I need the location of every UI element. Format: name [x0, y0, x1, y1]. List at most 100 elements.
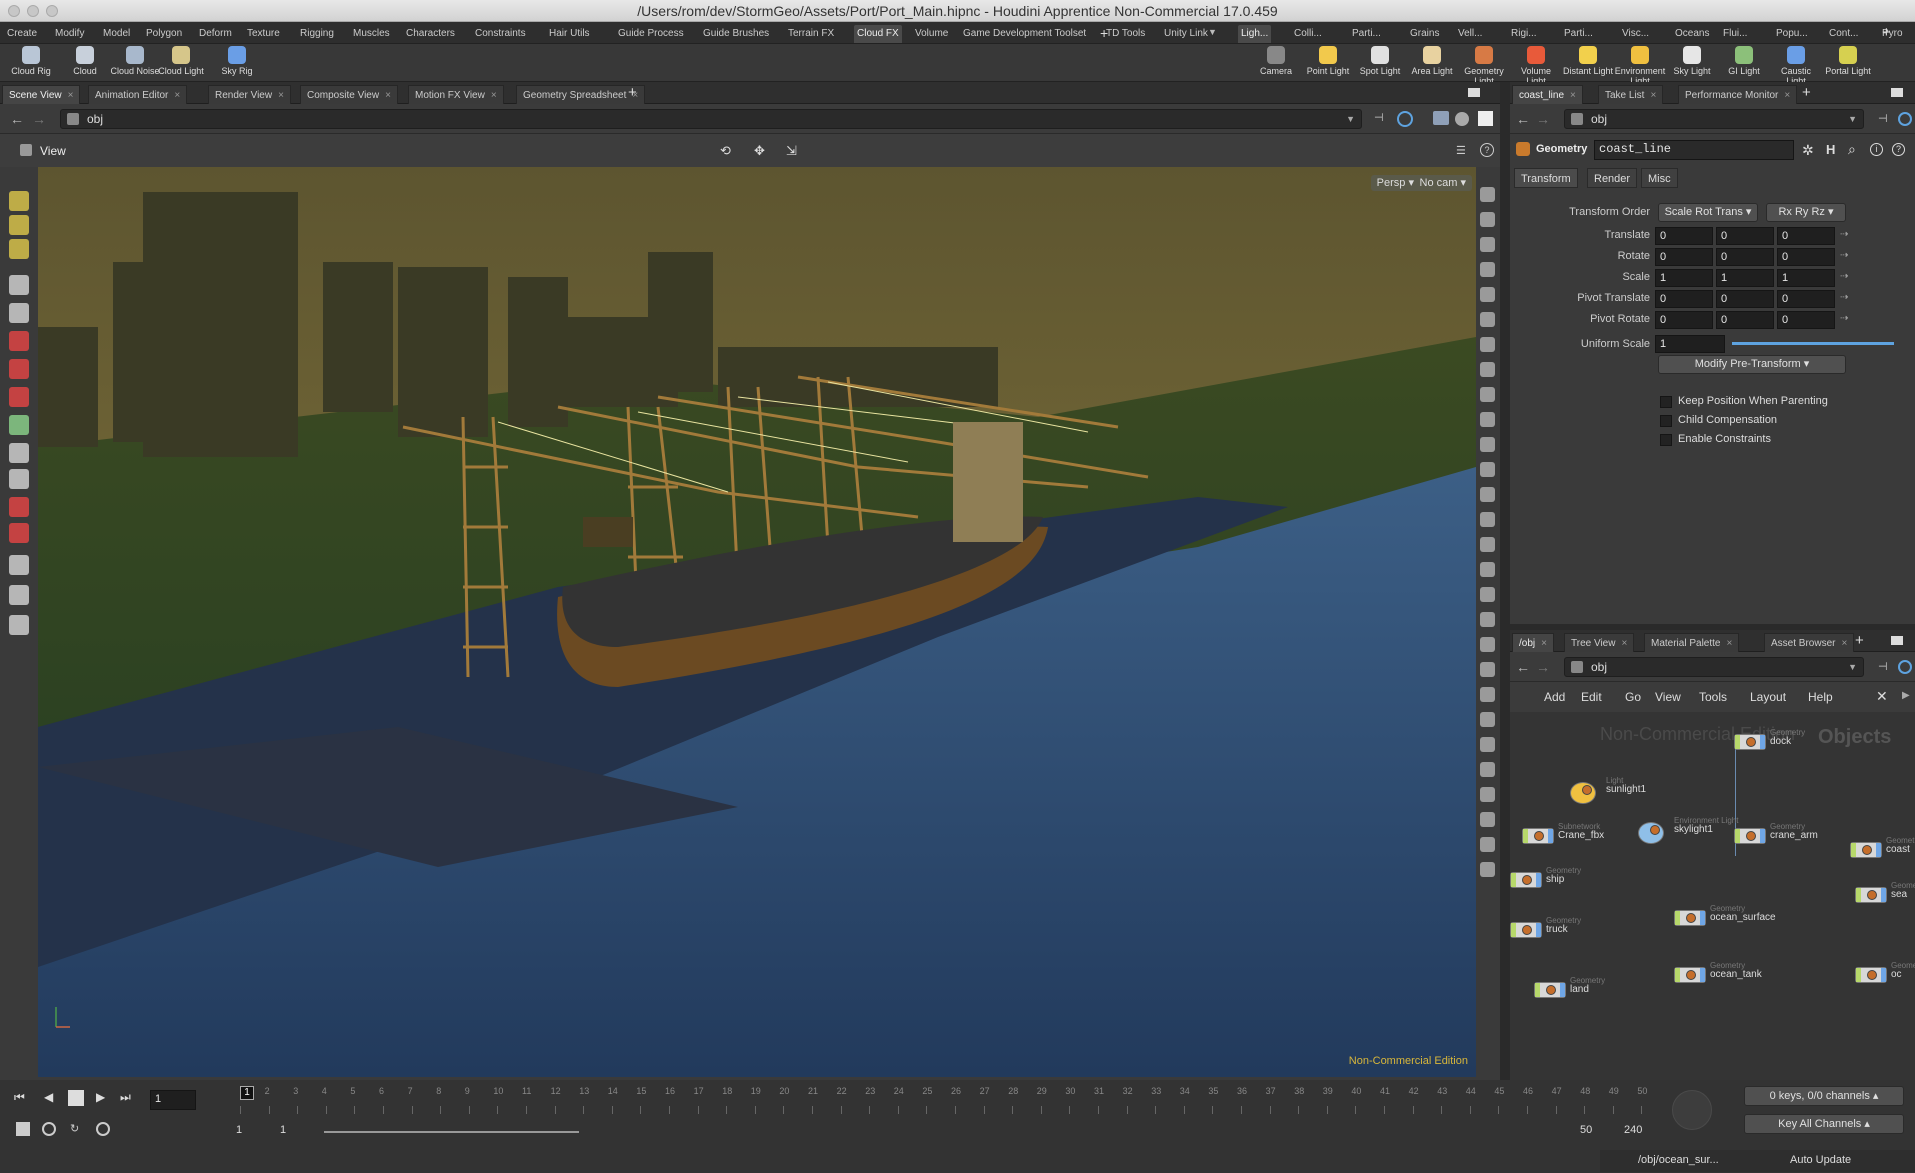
shelf-tool-volume-light[interactable]: Volume Light: [1510, 46, 1562, 86]
network-tab-close-icon-1[interactable]: ×: [1621, 638, 1627, 649]
uniform-scale-field[interactable]: 1: [1655, 335, 1725, 353]
shelf-tool-sky-rig[interactable]: Sky Rig: [210, 46, 264, 76]
shelf-tab-right-0[interactable]: Ligh...: [1238, 25, 1272, 43]
node-ocean_tank[interactable]: [1674, 967, 1706, 983]
params-tab-close-icon-2[interactable]: ×: [1784, 90, 1790, 101]
network-menu-layout[interactable]: Layout: [1750, 690, 1786, 704]
network-pin-icon[interactable]: ⊣: [1878, 660, 1888, 673]
viewport-tool-icon-15[interactable]: [1480, 562, 1495, 577]
shelf-menu-chevron-icon[interactable]: ▼: [1208, 27, 1217, 37]
shelf-tool-geometry-light[interactable]: Geometry Light: [1458, 46, 1510, 86]
network-path-chevron-icon[interactable]: ▼: [1848, 658, 1857, 676]
param-channel-icon-0[interactable]: ⇢: [1840, 229, 1848, 240]
viewport-tool-icon-14[interactable]: [1480, 537, 1495, 552]
loop-icon[interactable]: ↻: [70, 1122, 79, 1135]
params-tab-close-icon-0[interactable]: ×: [1570, 90, 1576, 101]
param-channel-icon-3[interactable]: ⇢: [1840, 292, 1848, 303]
close-window-button[interactable]: [8, 5, 20, 17]
shelf-tool-cloud-light[interactable]: Cloud Light: [154, 46, 208, 76]
viewer-pane-menu-icon[interactable]: [1468, 88, 1480, 97]
camera-menu[interactable]: No cam ▾: [1413, 175, 1472, 191]
params-pane-menu-icon[interactable]: [1891, 88, 1903, 97]
network-tab-3[interactable]: Asset Browser ×: [1764, 633, 1855, 652]
shelf-tool-spot-light[interactable]: Spot Light: [1354, 46, 1406, 76]
viewport-tool-icon-7[interactable]: [1480, 362, 1495, 377]
keys-channels-menu[interactable]: 0 keys, 0/0 channels ▴: [1744, 1086, 1904, 1106]
render-icon[interactable]: [9, 585, 29, 605]
network-tab-2[interactable]: Material Palette ×: [1644, 633, 1740, 652]
viewport-tool-icon-18[interactable]: [1480, 637, 1495, 652]
shelf-tab-texture[interactable]: Texture: [244, 25, 283, 43]
params-tab-close-icon-1[interactable]: ×: [1650, 90, 1656, 101]
viewer-tab-close-icon-1[interactable]: ×: [174, 90, 180, 101]
viewport-tool-icon-27[interactable]: [1480, 862, 1495, 877]
param-tab-render[interactable]: Render: [1587, 168, 1638, 188]
snap-point-icon[interactable]: [9, 523, 29, 543]
visibility-icon[interactable]: [9, 615, 29, 635]
shelf-tool-cloud[interactable]: Cloud: [58, 46, 112, 76]
uniform-scale-slider[interactable]: [1732, 342, 1894, 345]
range-start2-field[interactable]: 1: [280, 1124, 286, 1136]
network-editor[interactable]: Non-Commercial Edition Objects Geometry d…: [1510, 712, 1915, 1080]
viewer-tab-5[interactable]: Geometry Spreadsheet ×: [516, 85, 646, 104]
network-tab-close-icon-2[interactable]: ×: [1726, 638, 1732, 649]
viewer-tab-3[interactable]: Composite View ×: [300, 85, 398, 104]
param-tab-transform[interactable]: Transform: [1514, 168, 1578, 188]
shelf-tab-right-5[interactable]: Rigi...: [1508, 25, 1540, 43]
shelf-tool-distant-light[interactable]: Distant Light: [1562, 46, 1614, 76]
transform-order-menu[interactable]: Scale Rot Trans ▾: [1658, 203, 1758, 222]
gear-icon[interactable]: ✲: [1802, 142, 1814, 159]
forward-arrow-icon[interactable]: →: [30, 110, 48, 128]
viewer-tab-close-icon-3[interactable]: ×: [385, 90, 391, 101]
viewer-tab-close-icon-2[interactable]: ×: [278, 90, 284, 101]
network-menu-go[interactable]: Go: [1625, 690, 1641, 704]
update-mode[interactable]: Auto Update: [1790, 1154, 1851, 1166]
node-coast[interactable]: [1850, 842, 1882, 858]
shelf-tool-caustic-light[interactable]: Caustic Light: [1770, 46, 1822, 86]
add-shelf-tab-icon[interactable]: +: [1100, 26, 1114, 40]
shelf-tool-point-light[interactable]: Point Light: [1302, 46, 1354, 76]
viewport-tool-icon-17[interactable]: [1480, 612, 1495, 627]
shelf-tab-deform[interactable]: Deform: [196, 25, 235, 43]
network-menu-add[interactable]: Add: [1544, 690, 1565, 704]
param-channel-icon-2[interactable]: ⇢: [1840, 271, 1848, 282]
shelf-tab-guide-brushes[interactable]: Guide Brushes: [700, 25, 772, 43]
step-back-icon[interactable]: ◀: [44, 1090, 53, 1104]
settings-icon[interactable]: [96, 1122, 110, 1136]
shelf-tool-cloud-rig[interactable]: Cloud Rig: [4, 46, 58, 76]
node-ocean_surface[interactable]: [1674, 910, 1706, 926]
checkbox-0[interactable]: [1660, 396, 1672, 408]
network-path-field[interactable]: obj ▼: [1564, 657, 1864, 677]
viewport-tool-icon-13[interactable]: [1480, 512, 1495, 527]
shelf-tab-modify[interactable]: Modify: [52, 25, 87, 43]
shelf-tab-right-3[interactable]: Grains: [1407, 25, 1442, 43]
param-rotate-z[interactable]: 0: [1777, 248, 1835, 266]
shelf-tab-right-7[interactable]: Visc...: [1619, 25, 1652, 43]
back-arrow-icon[interactable]: ←: [8, 110, 26, 128]
params-forward-arrow-icon[interactable]: →: [1534, 110, 1552, 128]
param-pivot-translate-z[interactable]: 0: [1777, 290, 1835, 308]
param-translate-x[interactable]: 0: [1655, 227, 1713, 245]
viewer-tab-close-icon-4[interactable]: ×: [491, 90, 497, 101]
shelf-tab-muscles[interactable]: Muscles: [350, 25, 393, 43]
shelf-tab-right-9[interactable]: Flui...: [1720, 25, 1750, 43]
shelf-tab-game-development-toolset[interactable]: Game Development Toolset: [960, 25, 1089, 43]
range-end2-field[interactable]: 240: [1624, 1124, 1642, 1136]
shelf-tab-volume[interactable]: Volume: [912, 25, 951, 43]
rotation-order-menu[interactable]: Rx Ry Rz ▾: [1766, 203, 1846, 222]
shelf-tab-unity-link[interactable]: Unity Link: [1161, 25, 1211, 43]
display-options-icon[interactable]: [1433, 111, 1449, 125]
network-pane-menu-icon[interactable]: [1891, 636, 1903, 645]
shelf-tab-terrain-fx[interactable]: Terrain FX: [785, 25, 837, 43]
shelf-tab-cloud-fx[interactable]: Cloud FX: [854, 25, 902, 43]
viewport-tool-icon-3[interactable]: [1480, 262, 1495, 277]
help-icon[interactable]: ?: [1480, 143, 1494, 157]
shelf-tab-characters[interactable]: Characters: [403, 25, 458, 43]
shelf-tab-model[interactable]: Model: [100, 25, 133, 43]
params-back-arrow-icon[interactable]: ←: [1514, 110, 1532, 128]
viewport-tool-icon-6[interactable]: [1480, 337, 1495, 352]
viewport-tool-icon-10[interactable]: [1480, 437, 1495, 452]
viewport-tool-icon-23[interactable]: [1480, 762, 1495, 777]
background-icon[interactable]: [1478, 111, 1493, 126]
key-all-channels-menu[interactable]: Key All Channels ▴: [1744, 1114, 1904, 1134]
